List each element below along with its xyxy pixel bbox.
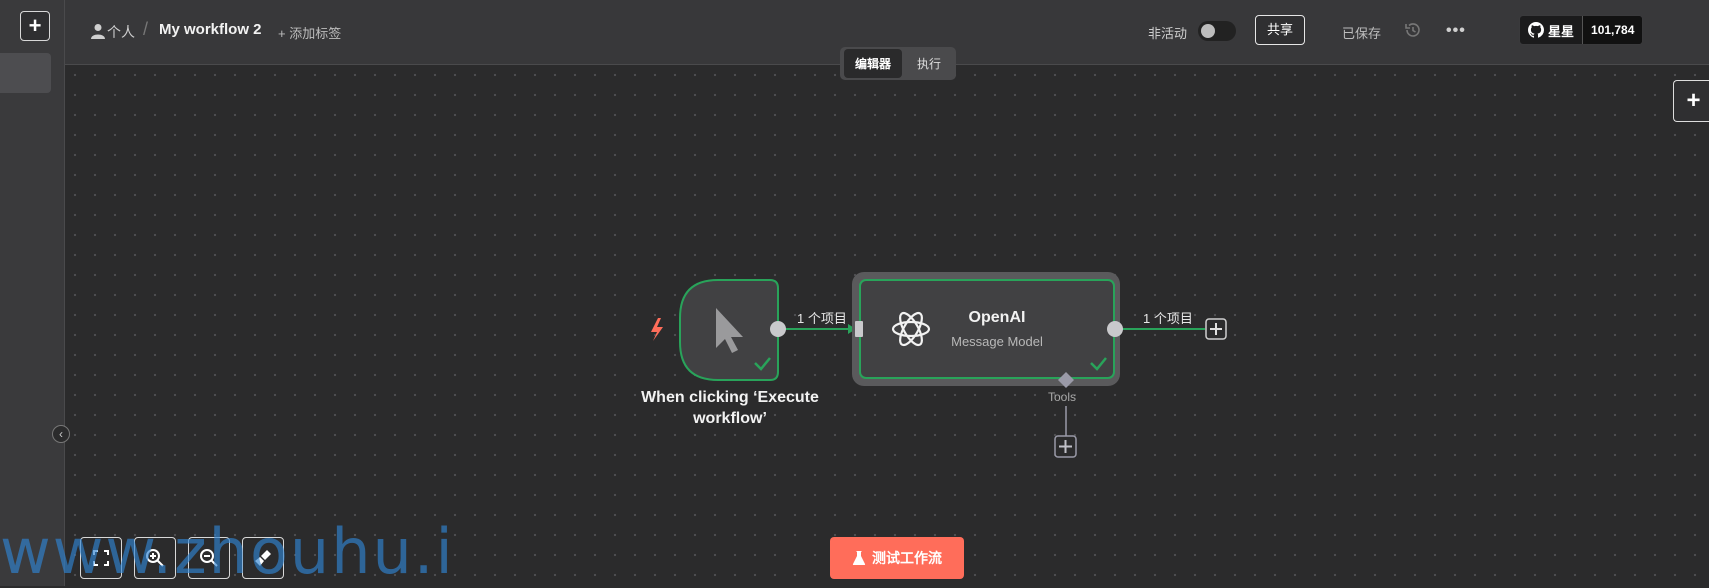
openai-input-handle[interactable]: [855, 321, 863, 337]
trigger-bolt-icon: [651, 318, 663, 341]
collapse-sidebar-icon[interactable]: ‹: [52, 425, 70, 443]
tools-label: Tools: [1048, 390, 1077, 404]
test-workflow-button[interactable]: 测试工作流: [830, 537, 964, 579]
tab-editor[interactable]: 编辑器: [844, 49, 903, 78]
trigger-node-title: When clicking ‘Execute workflow’: [641, 389, 819, 427]
openai-node-subtitle: Message Model: [951, 334, 1043, 349]
watermark: www.zhouhu.i: [0, 515, 455, 588]
tools-add-icon[interactable]: [1054, 435, 1077, 458]
flask-icon: [852, 551, 866, 565]
trigger-output-handle[interactable]: [770, 321, 786, 337]
workflow-graph: [651, 272, 1227, 458]
openai-node-title: OpenAI: [968, 309, 1026, 326]
connection-2-item-count: 1 个项目: [1143, 311, 1193, 326]
view-tabs: 编辑器 执行: [840, 47, 957, 80]
openai-output-handle[interactable]: [1107, 321, 1123, 337]
tools-connector[interactable]: [1058, 372, 1074, 436]
tab-executions[interactable]: 执行: [906, 49, 952, 78]
connection-1-item-count: 1 个项目: [797, 311, 847, 326]
output-add-icon[interactable]: [1205, 318, 1227, 340]
